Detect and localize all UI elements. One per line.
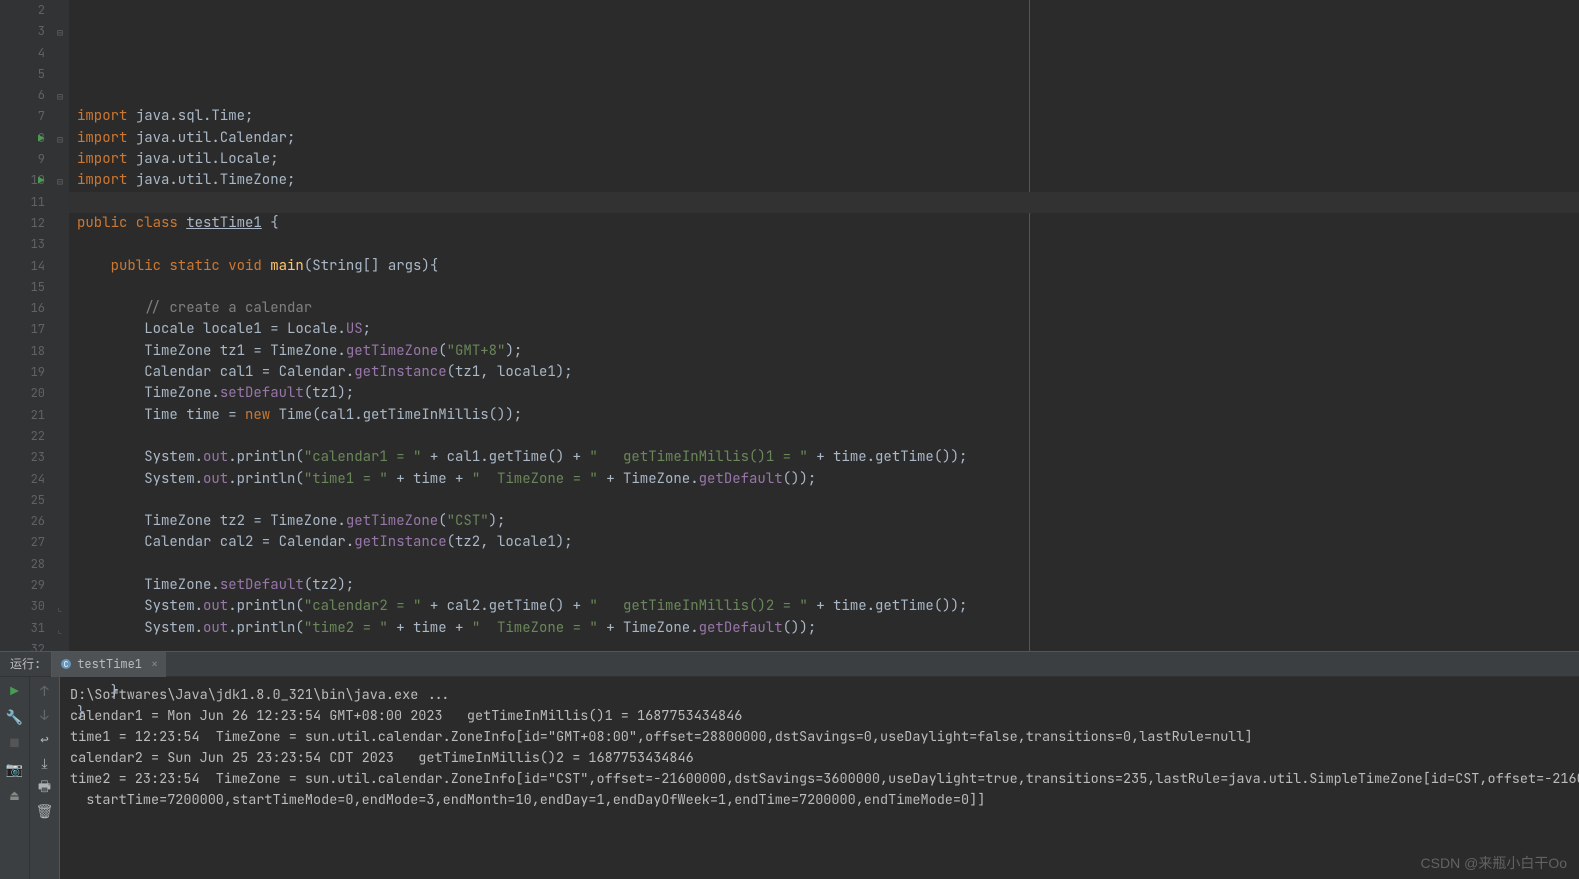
- line-number[interactable]: 12: [0, 213, 45, 234]
- fold-marker-icon[interactable]: ⌞: [57, 623, 63, 636]
- code-area[interactable]: import java.sql.Time;import java.util.Ca…: [69, 0, 1579, 651]
- code-line[interactable]: import java.sql.Time;: [77, 106, 1579, 127]
- line-number[interactable]: 30: [0, 596, 45, 617]
- line-number[interactable]: 23: [0, 447, 45, 468]
- code-line[interactable]: TimeZone tz1 = TimeZone.getTimeZone("GMT…: [77, 341, 1579, 362]
- code-line[interactable]: public static void main(String[] args){: [77, 256, 1579, 277]
- gutter-run-icon[interactable]: ▶: [38, 132, 45, 146]
- fold-column[interactable]: ⊟ ⊟ ⊟ ⊟ ⌞ ⌞: [55, 0, 69, 651]
- code-line[interactable]: public class testTime1 {: [77, 213, 1579, 234]
- code-line[interactable]: [77, 724, 1579, 745]
- code-line[interactable]: import java.util.TimeZone;: [77, 170, 1579, 191]
- line-number[interactable]: 28: [0, 554, 45, 575]
- run-toolbar-left2: ↑ ↓ ↩ ⤓ 🖶 🗑: [30, 677, 60, 879]
- up-icon[interactable]: ↑: [36, 683, 54, 701]
- line-number[interactable]: 5: [0, 64, 45, 85]
- fold-marker-icon[interactable]: ⊟: [57, 26, 63, 39]
- code-line[interactable]: System.out.println("time2 = " + time + "…: [77, 618, 1579, 639]
- line-number[interactable]: 9: [0, 149, 45, 170]
- line-number[interactable]: 29: [0, 575, 45, 596]
- line-number[interactable]: 24: [0, 469, 45, 490]
- delete-icon[interactable]: 🗑: [36, 803, 54, 821]
- line-number-gutter[interactable]: 2345678910111213141516171819202122232425…: [0, 0, 55, 651]
- java-class-icon: C: [60, 658, 72, 670]
- rerun-icon[interactable]: ▶: [6, 683, 24, 701]
- line-number[interactable]: 7: [0, 106, 45, 127]
- code-line[interactable]: [77, 85, 1579, 106]
- line-number[interactable]: 3: [0, 21, 45, 42]
- console-line: time2 = 23:23:54 TimeZone = sun.util.cal…: [70, 769, 1569, 790]
- code-line[interactable]: [77, 277, 1579, 298]
- line-number[interactable]: 16: [0, 298, 45, 319]
- line-number[interactable]: 2: [0, 0, 45, 21]
- code-line[interactable]: System.out.println("calendar2 = " + cal2…: [77, 596, 1579, 617]
- code-line[interactable]: // create a calendar: [77, 298, 1579, 319]
- code-line[interactable]: [77, 660, 1579, 681]
- fold-marker-icon[interactable]: ⌞: [57, 601, 63, 614]
- run-label: 运行:: [0, 652, 52, 677]
- line-number[interactable]: 19: [0, 362, 45, 383]
- code-line[interactable]: System.out.println("calendar1 = " + cal1…: [77, 447, 1579, 468]
- run-toolbar-left: ▶ 🔧 ■ 📷 ⏏: [0, 677, 30, 879]
- code-line[interactable]: [77, 639, 1579, 660]
- exit-icon[interactable]: ⏏: [6, 787, 24, 805]
- fold-marker-icon[interactable]: ⊟: [57, 175, 63, 188]
- soft-wrap-icon[interactable]: ↩: [36, 731, 54, 749]
- camera-icon[interactable]: 📷: [6, 761, 24, 779]
- code-line[interactable]: System.out.println("time1 = " + time + "…: [77, 469, 1579, 490]
- line-number[interactable]: 18: [0, 341, 45, 362]
- code-line[interactable]: TimeZone.setDefault(tz1);: [77, 383, 1579, 404]
- code-line[interactable]: Time time = new Time(cal1.getTimeInMilli…: [77, 405, 1579, 426]
- line-number[interactable]: 27: [0, 532, 45, 553]
- console-line: startTime=7200000,startTimeMode=0,endMod…: [70, 790, 1569, 811]
- code-content[interactable]: import java.sql.Time;import java.util.Ca…: [77, 85, 1579, 745]
- line-number[interactable]: 22: [0, 426, 45, 447]
- wrench-icon[interactable]: 🔧: [6, 709, 24, 727]
- code-line[interactable]: Calendar cal1 = Calendar.getInstance(tz1…: [77, 362, 1579, 383]
- line-number[interactable]: 4: [0, 43, 45, 64]
- code-line[interactable]: Locale locale1 = Locale.US;: [77, 319, 1579, 340]
- code-line[interactable]: [77, 192, 1579, 213]
- line-number[interactable]: 31: [0, 618, 45, 639]
- code-line[interactable]: }: [77, 682, 1579, 703]
- down-icon[interactable]: ↓: [36, 707, 54, 725]
- watermark: CSDN @来瓶小白干Oo: [1421, 853, 1567, 873]
- scroll-to-end-icon[interactable]: ⤓: [36, 755, 54, 773]
- code-line[interactable]: import java.util.Locale;: [77, 149, 1579, 170]
- code-line[interactable]: [77, 234, 1579, 255]
- editor-area: 2345678910111213141516171819202122232425…: [0, 0, 1579, 651]
- print-icon[interactable]: 🖶: [36, 779, 54, 797]
- stop-icon[interactable]: ■: [6, 735, 24, 753]
- svg-text:C: C: [64, 660, 69, 670]
- line-number[interactable]: 21: [0, 405, 45, 426]
- console-line: calendar2 = Sun Jun 25 23:23:54 CDT 2023…: [70, 748, 1569, 769]
- line-number[interactable]: 6: [0, 85, 45, 106]
- line-number[interactable]: 15: [0, 277, 45, 298]
- code-line[interactable]: [77, 554, 1579, 575]
- line-number[interactable]: 17: [0, 319, 45, 340]
- line-number[interactable]: 13: [0, 234, 45, 255]
- code-line[interactable]: [77, 490, 1579, 511]
- code-line[interactable]: TimeZone tz2 = TimeZone.getTimeZone("CST…: [77, 511, 1579, 532]
- line-number[interactable]: 20: [0, 383, 45, 404]
- fold-marker-icon[interactable]: ⊟: [57, 133, 63, 146]
- gutter-run-icon[interactable]: ▶: [38, 174, 45, 188]
- line-number[interactable]: 11: [0, 192, 45, 213]
- line-number[interactable]: 26: [0, 511, 45, 532]
- code-line[interactable]: Calendar cal2 = Calendar.getInstance(tz2…: [77, 532, 1579, 553]
- code-line[interactable]: TimeZone.setDefault(tz2);: [77, 575, 1579, 596]
- line-number[interactable]: 14: [0, 256, 45, 277]
- code-line[interactable]: }: [77, 703, 1579, 724]
- code-line[interactable]: [77, 426, 1579, 447]
- line-number[interactable]: 25: [0, 490, 45, 511]
- fold-marker-icon[interactable]: ⊟: [57, 90, 63, 103]
- code-line[interactable]: import java.util.Calendar;: [77, 128, 1579, 149]
